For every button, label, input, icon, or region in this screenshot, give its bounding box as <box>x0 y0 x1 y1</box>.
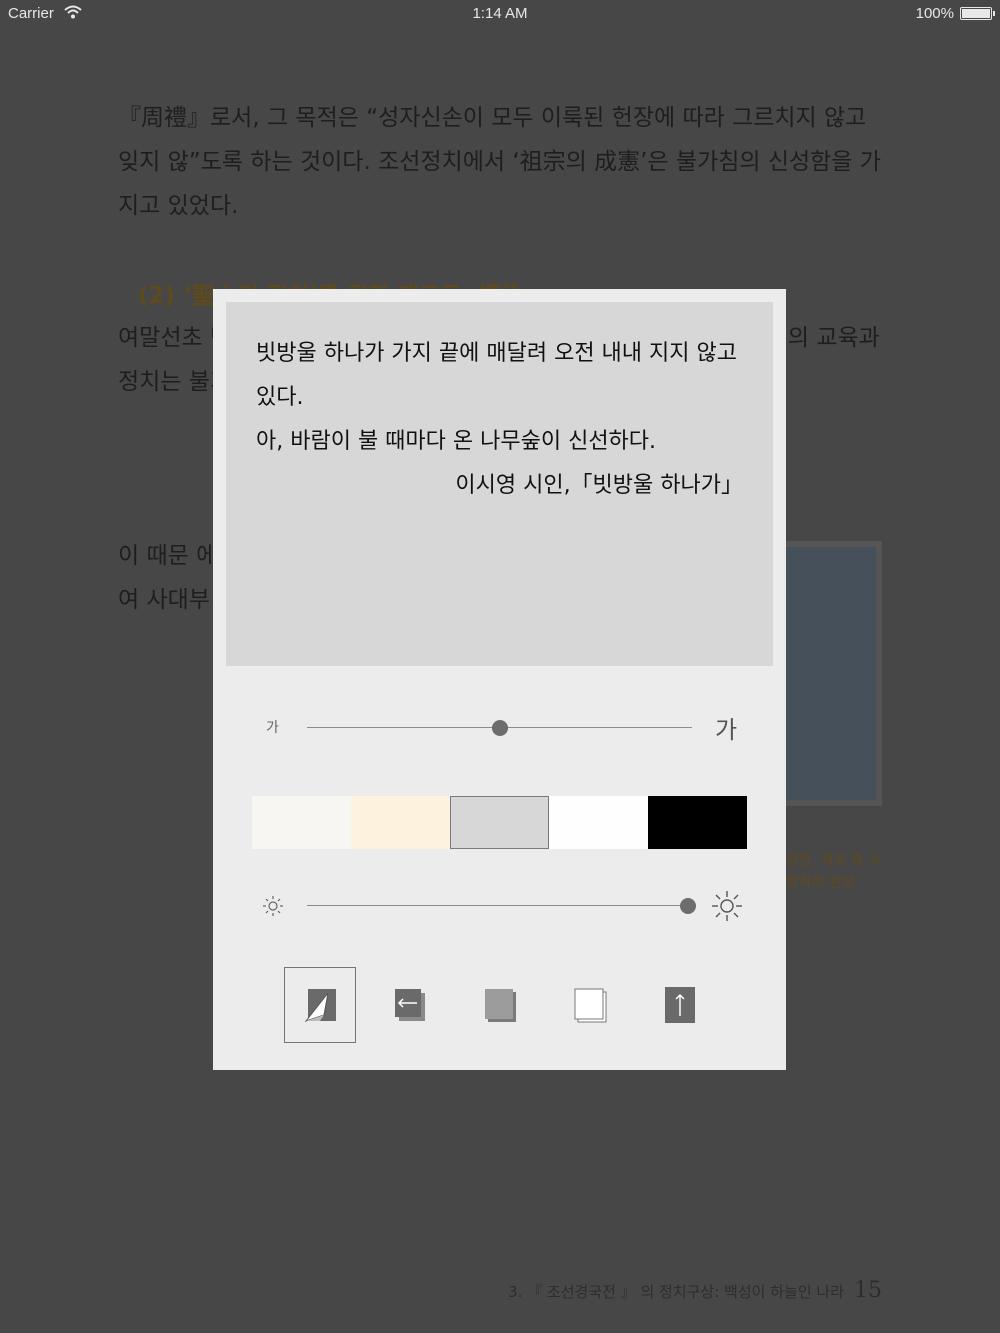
figure-caption: 경전. 세조 즉 수합하여 완성 <box>786 853 882 891</box>
scroll-mode-button[interactable] <box>644 967 716 1043</box>
theme-swatch-black[interactable] <box>648 796 747 849</box>
theme-swatch-cream[interactable] <box>351 796 450 849</box>
figure-image <box>780 541 882 806</box>
text-preview: 빗방울 하나가 가지 끝에 매달려 오전 내내 지지 않고 있다. 아, 바람이… <box>226 302 773 666</box>
status-bar: Carrier 1:14 AM 100% <box>0 0 1000 28</box>
footer-chapter-title: 3. 『 조선경국전 』 의 정치구상: 백성이 하늘인 나라 <box>508 1283 844 1301</box>
reading-settings-popup: 빗방울 하나가 가지 끝에 매달려 오전 내내 지지 않고 있다. 아, 바람이… <box>213 289 786 1070</box>
fade-page-icon <box>485 989 516 1022</box>
no-animation-mode-button[interactable] <box>554 967 626 1043</box>
page-footer: 3. 『 조선경국전 』 의 정치구상: 백성이 하늘인 나라 15 <box>508 1278 882 1303</box>
theme-swatch-white[interactable] <box>549 796 648 849</box>
scroll-up-icon <box>665 987 695 1023</box>
battery-icon <box>960 7 995 20</box>
font-size-knob[interactable] <box>491 720 508 736</box>
preview-line: 아, 바람이 불 때마다 온 나무숲이 신선하다. <box>256 429 657 454</box>
font-size-slider[interactable]: 가 가 <box>213 708 786 748</box>
theme-swatch-white-paper[interactable] <box>252 796 351 849</box>
preview-citation: 이시영 시인,「빗방울 하나가」 <box>455 473 743 498</box>
theme-picker <box>252 796 747 849</box>
fade-mode-button[interactable] <box>464 967 536 1043</box>
font-size-large-label: 가 <box>715 716 738 744</box>
battery-percent: 100% <box>915 5 954 22</box>
no-animation-icon <box>574 988 607 1023</box>
brightness-knob[interactable] <box>680 898 697 914</box>
brightness-track[interactable] <box>307 905 692 906</box>
font-size-small-label: 가 <box>266 720 279 736</box>
page-transition-modes <box>284 967 734 1043</box>
sun-large-icon <box>712 891 742 921</box>
status-time: 1:14 AM <box>472 5 528 22</box>
sun-small-icon <box>263 896 283 916</box>
brightness-slider[interactable] <box>213 886 786 926</box>
page-curl-icon <box>304 989 336 1023</box>
page-curl-mode-button[interactable] <box>284 967 356 1043</box>
theme-swatch-gray[interactable] <box>450 796 549 849</box>
slide-left-icon <box>395 989 425 1021</box>
page-number: 15 <box>854 1278 882 1303</box>
slide-mode-button[interactable] <box>374 967 446 1043</box>
body-paragraph: 『周禮』로서, 그 목적은 “성자신손이 모두 이룩된 헌장에 따라 그르치지 … <box>118 105 881 219</box>
preview-line: 빗방울 하나가 가지 끝에 매달려 오전 내내 지지 않고 있다. <box>256 341 737 410</box>
